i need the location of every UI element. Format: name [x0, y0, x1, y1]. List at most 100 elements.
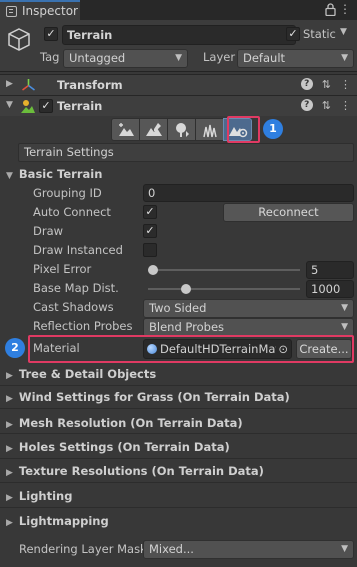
tag-dropdown[interactable]: Untagged ▼	[63, 49, 188, 68]
foldout-arrow-icon: ▶	[6, 493, 13, 503]
cast-shadows-label: Cast Shadows	[33, 300, 114, 314]
base-map-dist-value: 1000	[311, 282, 341, 296]
lighting-foldout[interactable]: ▶ Lighting	[6, 489, 72, 503]
draw-label: Draw	[33, 224, 64, 238]
terrain-component-header[interactable]: ▼ ✓ Terrain ? ⇅ ⋮	[0, 95, 357, 116]
layer-dropdown[interactable]: Default ▼	[237, 49, 354, 68]
grouping-id-input[interactable]: 0	[143, 184, 354, 202]
divider	[0, 433, 357, 434]
create-neighbor-terrains-button[interactable]	[111, 118, 140, 141]
kebab-menu-icon[interactable]: ⋮	[339, 3, 351, 15]
divider	[0, 408, 357, 409]
terrain-settings-section-title: Terrain Settings	[18, 143, 354, 162]
rendering-layer-mask-value: Mixed...	[149, 542, 194, 556]
terrain-icon	[21, 100, 35, 113]
basic-terrain-heading: Basic Terrain	[18, 167, 103, 181]
layer-value: Default	[243, 51, 286, 65]
cast-shadows-dropdown[interactable]: Two Sided ▼	[143, 299, 354, 318]
preset-sliders-icon[interactable]: ⇅	[322, 99, 331, 112]
callout-badge-2: 2	[5, 338, 25, 358]
chevron-down-icon: ▼	[341, 544, 348, 554]
lightmapping-heading: Lightmapping	[18, 514, 109, 528]
paint-terrain-button[interactable]	[139, 118, 168, 141]
terrain-settings-highlight	[227, 116, 260, 143]
grass-detail-icon	[202, 124, 217, 137]
basic-terrain-foldout[interactable]: ▼ Basic Terrain	[6, 167, 102, 181]
transform-icon	[22, 79, 35, 91]
lock-icon[interactable]	[325, 3, 336, 16]
foldout-arrow-icon: ▼	[6, 171, 13, 181]
chevron-down-icon: ▼	[341, 322, 348, 332]
material-sphere-icon	[147, 344, 157, 354]
foldout-arrow-icon[interactable]: ▶	[6, 79, 13, 89]
tree-detail-foldout[interactable]: ▶ Tree & Detail Objects	[6, 367, 156, 381]
active-checkbox[interactable]: ✓	[44, 27, 58, 41]
divider	[0, 458, 357, 459]
reconnect-button[interactable]: Reconnect	[223, 203, 354, 222]
foldout-arrow-icon: ▶	[6, 394, 13, 404]
material-value: DefaultHDTerrainMate	[160, 342, 288, 356]
help-icon[interactable]: ?	[300, 99, 313, 111]
pixel-error-slider-knob[interactable]	[147, 265, 158, 275]
foldout-arrow-icon: ▶	[6, 518, 13, 528]
reflection-probes-label: Reflection Probes	[33, 319, 133, 333]
kebab-menu-icon[interactable]: ⋮	[340, 99, 351, 112]
terrain-title: Terrain	[57, 99, 103, 113]
object-name-input[interactable]: Terrain	[62, 25, 296, 45]
tag-value: Untagged	[69, 51, 126, 65]
divider	[0, 482, 357, 483]
static-label: Static	[303, 27, 336, 41]
kebab-menu-icon[interactable]: ⋮	[340, 78, 351, 91]
inspector-icon	[6, 5, 17, 17]
wind-settings-foldout[interactable]: ▶ Wind Settings for Grass (On Terrain Dat…	[6, 390, 290, 404]
material-label: Material	[33, 341, 80, 355]
holes-settings-foldout[interactable]: ▶ Holes Settings (On Terrain Data)	[6, 440, 230, 454]
preset-sliders-icon[interactable]: ⇅	[322, 78, 331, 91]
pixel-error-input[interactable]: 5	[306, 261, 354, 279]
holes-settings-heading: Holes Settings (On Terrain Data)	[18, 440, 230, 454]
static-checkbox[interactable]: ✓	[286, 27, 300, 41]
draw-instanced-checkbox[interactable]	[143, 243, 157, 257]
paint-details-button[interactable]	[195, 118, 224, 141]
texture-resolutions-foldout[interactable]: ▶ Texture Resolutions (On Terrain Data)	[6, 464, 264, 478]
base-map-dist-slider-knob[interactable]	[181, 284, 191, 294]
base-map-dist-slider-track[interactable]	[148, 288, 300, 290]
static-dropdown-icon[interactable]: ▼	[340, 27, 347, 37]
divider	[0, 507, 357, 508]
tab-bar: Inspector ⋮	[0, 0, 357, 20]
wind-settings-heading: Wind Settings for Grass (On Terrain Data…	[18, 390, 290, 404]
draw-checkbox[interactable]: ✓	[143, 224, 157, 238]
auto-connect-checkbox[interactable]: ✓	[143, 205, 157, 219]
create-material-button[interactable]: Create...	[296, 339, 352, 359]
grouping-id-value: 0	[148, 186, 156, 200]
transform-component-header[interactable]: ▶ Transform ? ⇅ ⋮	[0, 74, 357, 95]
layer-label: Layer	[203, 50, 236, 64]
base-map-dist-label: Base Map Dist.	[33, 281, 119, 295]
chevron-down-icon: ▼	[341, 53, 348, 63]
texture-resolutions-heading: Texture Resolutions (On Terrain Data)	[18, 464, 264, 478]
terrain-enabled-checkbox[interactable]: ✓	[39, 99, 53, 113]
material-object-field[interactable]: DefaultHDTerrainMate ⊙	[143, 339, 292, 359]
chevron-down-icon: ▼	[341, 303, 348, 313]
pixel-error-slider-track[interactable]	[148, 269, 300, 271]
divider	[0, 385, 357, 386]
tab-inspector-label: Inspector	[22, 4, 78, 18]
tab-inspector[interactable]: Inspector	[0, 0, 80, 20]
lightmapping-foldout[interactable]: ▶ Lightmapping	[6, 514, 109, 528]
chevron-down-icon: ▼	[175, 53, 182, 63]
tree-detail-heading: Tree & Detail Objects	[18, 367, 157, 381]
pixel-error-label: Pixel Error	[33, 262, 92, 276]
draw-instanced-label: Draw Instanced	[33, 243, 123, 257]
help-icon[interactable]: ?	[300, 78, 313, 90]
foldout-arrow-icon[interactable]: ▼	[6, 100, 13, 110]
object-picker-icon[interactable]: ⊙	[276, 340, 288, 358]
paint-trees-button[interactable]	[167, 118, 196, 141]
reflection-probes-value: Blend Probes	[149, 320, 225, 334]
foldout-arrow-icon: ▶	[6, 420, 13, 430]
base-map-dist-input[interactable]: 1000	[306, 280, 354, 298]
auto-connect-label: Auto Connect	[33, 205, 111, 219]
foldout-arrow-icon: ▶	[6, 468, 13, 478]
mesh-resolution-foldout[interactable]: ▶ Mesh Resolution (On Terrain Data)	[6, 416, 243, 430]
object-name-value: Terrain	[67, 28, 113, 42]
rendering-layer-mask-dropdown[interactable]: Mixed... ▼	[143, 540, 354, 559]
